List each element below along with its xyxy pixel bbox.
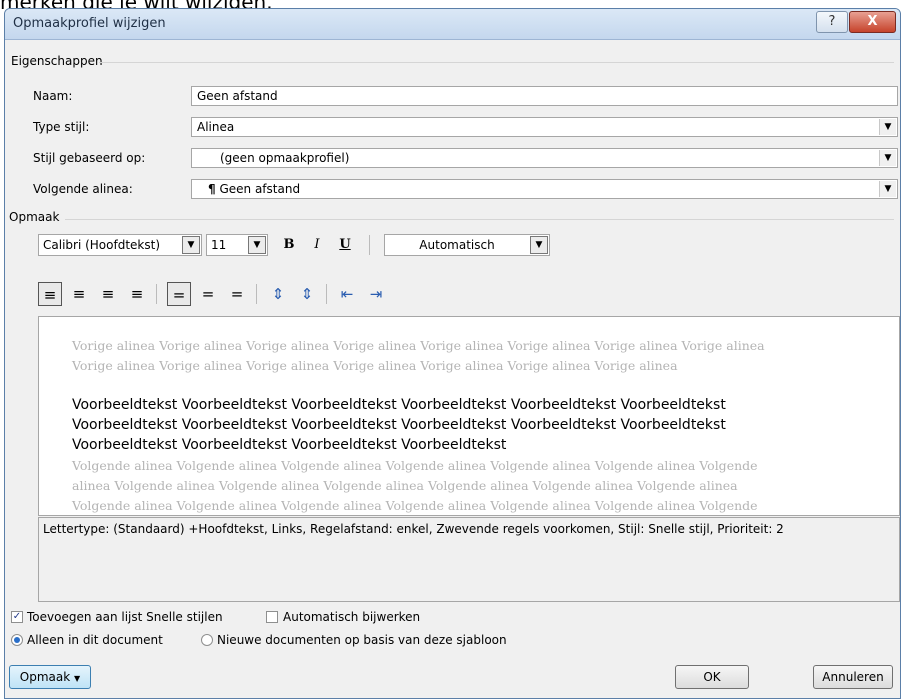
font-select[interactable]: Calibri (Hoofdtekst) ▼ [38, 234, 202, 256]
one-half-spacing-icon[interactable]: = [196, 282, 220, 306]
chevron-down-icon[interactable]: ▼ [879, 181, 896, 197]
next-paragraph-value: Geen afstand [219, 182, 301, 196]
next-paragraph-select[interactable]: ¶ Geen afstand ▼ [191, 179, 898, 199]
toolbar-divider [326, 284, 327, 304]
previous-paragraph-line: Vorige alinea Vorige alinea Vorige aline… [72, 358, 678, 373]
sample-text-line: Voorbeeldtekst Voorbeeldtekst Voorbeeldt… [72, 397, 726, 413]
space-before-icon[interactable]: ⇕ [266, 282, 290, 306]
based-on-label: Stijl gebaseerd op: [33, 151, 146, 165]
help-button[interactable]: ? [816, 11, 848, 33]
based-on-value: (geen opmaakprofiel) [220, 151, 350, 165]
based-on-select[interactable]: (geen opmaakprofiel) ▼ [191, 148, 898, 168]
toolbar-divider [156, 284, 157, 304]
bold-button[interactable]: B [278, 234, 300, 256]
add-quick-styles-label: Toevoegen aan lijst Snelle stijlen [27, 610, 223, 624]
next-paragraph-label: Volgende alinea: [33, 182, 133, 196]
decrease-indent-icon[interactable]: ⇤ [335, 282, 359, 306]
title-bar: Opmaakprofiel wijzigen ? X [5, 9, 900, 40]
new-documents-radio[interactable] [201, 634, 213, 646]
toolbar-divider [256, 284, 257, 304]
font-size-value: 11 [211, 238, 227, 252]
italic-button[interactable]: I [306, 234, 328, 256]
next-paragraph-line: alinea Volgende alinea Volgende alinea V… [72, 478, 738, 493]
sample-text-line: Voorbeeldtekst Voorbeeldtekst Voorbeeldt… [72, 437, 507, 453]
chevron-down-icon[interactable]: ▼ [182, 236, 200, 254]
add-quick-styles-checkbox[interactable]: ✓ [11, 611, 23, 623]
double-spacing-icon[interactable]: = [225, 282, 249, 306]
format-divider [65, 219, 894, 220]
previous-paragraph-line: Vorige alinea Vorige alinea Vorige aline… [72, 338, 765, 353]
chevron-down-icon[interactable]: ▼ [530, 236, 548, 254]
space-after-icon[interactable]: ⇕ [295, 282, 319, 306]
sample-text-line: Voorbeeldtekst Voorbeeldtekst Voorbeeldt… [72, 417, 726, 433]
style-type-select[interactable]: Alinea ▼ [191, 117, 898, 137]
next-paragraph-line: Volgende alinea Volgende alinea Volgende… [72, 498, 758, 513]
align-justify-icon[interactable]: ≡ [125, 282, 149, 306]
single-spacing-icon[interactable]: = [167, 282, 191, 306]
font-size-select[interactable]: 11 ▼ [206, 234, 268, 256]
format-menu-label: Opmaak [19, 670, 71, 684]
style-description: Lettertype: (Standaard) +Hoofdtekst, Lin… [38, 517, 900, 602]
toolbar-divider [369, 235, 370, 255]
new-documents-label: Nieuwe documenten op basis van deze sjab… [217, 633, 507, 647]
modify-style-dialog: Opmaakprofiel wijzigen ? X Eigenschappen… [4, 8, 901, 699]
paragraph-toolbar: ≡ ≡ ≡ ≡ = = = ⇕ ⇕ ⇤ ⇥ [38, 282, 538, 308]
close-button[interactable]: X [849, 11, 896, 33]
font-color-select[interactable]: Automatisch ▼ [384, 234, 550, 256]
align-left-icon[interactable]: ≡ [38, 282, 62, 306]
style-type-value: Alinea [197, 120, 235, 134]
next-paragraph-line: Volgende alinea Volgende alinea Volgende… [72, 458, 758, 473]
chevron-down-icon: ▼ [74, 674, 81, 683]
only-this-document-label: Alleen in dit document [27, 633, 163, 647]
font-color-value: Automatisch [419, 238, 495, 252]
align-center-icon[interactable]: ≡ [67, 282, 91, 306]
auto-update-label: Automatisch bijwerken [283, 610, 421, 624]
style-type-label: Type stijl: [33, 120, 90, 134]
chevron-down-icon[interactable]: ▼ [879, 119, 896, 135]
auto-update-checkbox[interactable] [266, 611, 278, 623]
font-value: Calibri (Hoofdtekst) [43, 238, 161, 252]
increase-indent-icon[interactable]: ⇥ [364, 282, 388, 306]
name-label: Naam: [33, 89, 73, 103]
dialog-title: Opmaakprofiel wijzigen [13, 16, 166, 31]
properties-group-label: Eigenschappen [11, 54, 103, 68]
format-menu-button[interactable]: Opmaak ▼ [9, 665, 91, 689]
only-this-document-radio[interactable] [11, 634, 23, 646]
align-right-icon[interactable]: ≡ [96, 282, 120, 306]
name-field[interactable]: Geen afstand [191, 86, 898, 106]
cancel-button[interactable]: Annuleren [813, 665, 893, 689]
chevron-down-icon[interactable]: ▼ [248, 236, 266, 254]
properties-divider [99, 62, 894, 63]
style-preview: Vorige alinea Vorige alinea Vorige aline… [38, 316, 900, 516]
underline-button[interactable]: U [334, 234, 356, 256]
chevron-down-icon[interactable]: ▼ [879, 150, 896, 166]
ok-button[interactable]: OK [675, 665, 749, 689]
pilcrow-icon: ¶ [208, 182, 216, 196]
format-group-label: Opmaak [9, 210, 60, 224]
